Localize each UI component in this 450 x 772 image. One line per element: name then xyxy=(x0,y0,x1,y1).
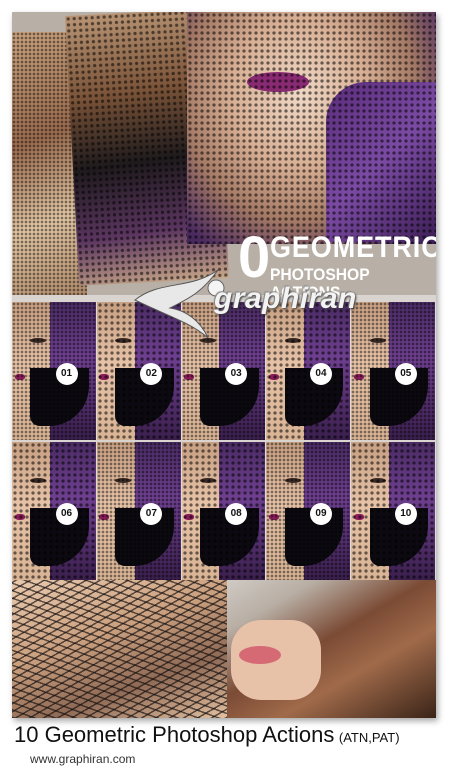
variation-tile: 08 xyxy=(181,442,267,580)
hero-collage: 0 GEOMETRIC PHOTOSHOP ACTIONS xyxy=(12,12,436,295)
website-link[interactable]: www.graphiran.com xyxy=(30,752,135,766)
variation-number-badge: 01 xyxy=(55,362,78,385)
variation-tile: 06 xyxy=(12,442,97,580)
variation-tile: 09 xyxy=(266,442,352,580)
caption-formats: (ATN,PAT) xyxy=(338,730,400,745)
closeup-grid-photo xyxy=(12,580,227,718)
variation-row-2: 06 07 08 09 10 xyxy=(12,442,436,580)
variation-tile: 07 xyxy=(96,442,182,580)
variation-number-badge: 05 xyxy=(394,362,417,385)
variation-tile: 01 xyxy=(12,302,97,440)
variation-number-badge: 03 xyxy=(225,362,248,385)
closeup-strip xyxy=(12,580,436,718)
caption: 10 Geometric Photoshop Actions (ATN,PAT) xyxy=(14,722,400,748)
portrait-photo-front xyxy=(187,12,436,244)
graphiran-logo: graphiran xyxy=(130,260,390,340)
variation-tile: 10 xyxy=(351,442,436,580)
logo-wordmark: graphiran xyxy=(214,282,357,315)
variation-number-badge: 10 xyxy=(394,502,417,525)
variation-number-badge: 06 xyxy=(55,502,78,525)
variation-number-badge: 04 xyxy=(309,362,332,385)
variation-number-badge: 02 xyxy=(140,362,163,385)
variation-number-badge: 09 xyxy=(309,502,332,525)
caption-title: 10 Geometric Photoshop Actions xyxy=(14,722,335,747)
variation-number-badge: 07 xyxy=(140,502,163,525)
poster-card: 0 GEOMETRIC PHOTOSHOP ACTIONS graphiran … xyxy=(12,12,436,718)
closeup-lips-photo xyxy=(227,580,436,718)
variation-number-badge: 08 xyxy=(225,502,248,525)
